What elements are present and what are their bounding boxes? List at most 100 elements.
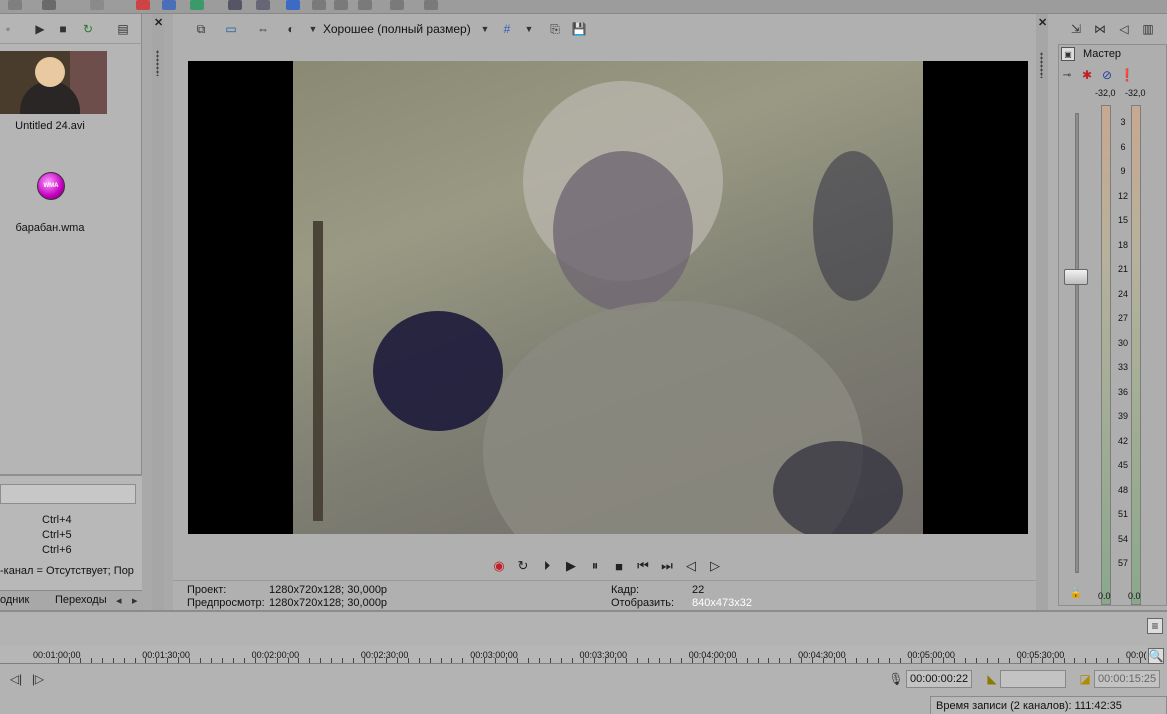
record-button[interactable]: ◉	[490, 557, 508, 575]
next-marker-icon[interactable]: |▷	[30, 671, 46, 687]
properties-icon[interactable]: ⧉	[193, 21, 209, 37]
overlay-icon[interactable]: ◐	[283, 21, 299, 37]
ruler-tick	[648, 658, 650, 663]
selection-start-time[interactable]	[1000, 670, 1066, 688]
panel-splitter[interactable]: ✕	[152, 14, 164, 610]
previous-marker-icon[interactable]: ◁|	[8, 671, 24, 687]
close-icon[interactable]: ✕	[1038, 16, 1047, 29]
lock-icon[interactable]: 🔒	[1068, 585, 1084, 601]
mixer-options-icon[interactable]: ▥	[1140, 21, 1156, 37]
preview-quality-select[interactable]: Хорошее (полный размер)	[323, 22, 471, 36]
redo-icon[interactable]	[90, 0, 104, 10]
grid-overlay-icon[interactable]: #	[499, 21, 515, 37]
mute-icon[interactable]: ⊘	[1099, 67, 1115, 83]
ruler-tick	[167, 658, 169, 663]
chevron-down-icon[interactable]: ▼	[305, 21, 321, 37]
frame-value: 22	[692, 584, 705, 596]
meter-scale-label: 45	[1117, 460, 1128, 470]
undo-icon[interactable]	[42, 0, 56, 10]
solo-icon[interactable]: ❗	[1119, 67, 1135, 83]
play-button[interactable]: ▶	[562, 557, 580, 575]
delete-icon[interactable]	[136, 0, 150, 10]
meter-scale-label: 36	[1117, 386, 1128, 397]
meter-scale-label: 30	[1117, 337, 1128, 348]
ruler-tick	[1096, 658, 1098, 663]
next-frame-button[interactable]: ▷	[706, 557, 724, 575]
video-thumbnail[interactable]	[0, 51, 107, 114]
stop-icon[interactable]: ■	[55, 21, 71, 37]
ruler-tick	[834, 658, 836, 663]
ruler-tick	[123, 658, 125, 663]
split-screen-icon[interactable]: ⇔	[255, 21, 271, 37]
cursor-time[interactable]: 00:00:00:22	[906, 670, 972, 688]
time-ruler[interactable]: 00:01:00:00 00:01:30:00 00:02:00:00 00:02:3…	[0, 646, 1150, 664]
envelope-tool-icon[interactable]	[312, 0, 326, 10]
zoom-tool-icon[interactable]	[358, 0, 372, 10]
select-tool-icon[interactable]	[334, 0, 348, 10]
tab-scroll-left-icon[interactable]: ◂	[116, 594, 122, 607]
downmix-icon[interactable]: ⋈	[1092, 21, 1108, 37]
ruler-tick	[549, 658, 551, 663]
lock-icon[interactable]	[228, 0, 242, 10]
save-snapshot-icon[interactable]: 💾	[571, 21, 587, 37]
ruler-tick	[101, 658, 103, 663]
insert-bus-icon[interactable]: ⇲	[1068, 21, 1084, 37]
media-name[interactable]: Untitled 24.avi	[0, 120, 105, 132]
help-icon[interactable]	[390, 0, 404, 10]
close-icon[interactable]: ✕	[154, 16, 163, 29]
preview-info: Проект: 1280x720x128; 30,000p Предпросмо…	[173, 580, 1036, 610]
ruler-tick	[954, 658, 956, 663]
dim-output-icon[interactable]: ◁	[1116, 21, 1132, 37]
stop-button[interactable]: ■	[610, 557, 628, 575]
go-to-start-button[interactable]: ⏮	[634, 557, 652, 575]
auto-preview-icon[interactable]: ↻	[80, 21, 96, 37]
chevron-down-icon[interactable]: ▼	[477, 21, 493, 37]
master-bus-icon[interactable]: ▣	[1061, 47, 1075, 61]
external-monitor-icon[interactable]: ▭	[223, 21, 239, 37]
mixer-splitter[interactable]: ✕	[1036, 14, 1048, 610]
grid-icon[interactable]	[190, 0, 204, 10]
go-to-end-button[interactable]: ⏭	[658, 557, 676, 575]
media-name[interactable]: барабан.wma	[0, 222, 105, 234]
view-icon[interactable]: ◦	[0, 21, 16, 37]
ruler-tick	[1052, 658, 1054, 663]
search-field[interactable]	[0, 484, 136, 504]
ruler-tick	[407, 658, 409, 663]
video-canvas[interactable]	[188, 61, 1028, 534]
pause-button[interactable]: ⏸	[586, 557, 604, 575]
cursor-tool-icon[interactable]	[286, 0, 300, 10]
drag-handle[interactable]	[156, 50, 159, 76]
ruler-tick	[211, 658, 213, 663]
play-icon[interactable]: ▶	[32, 21, 48, 37]
meter-scale-label: 57	[1117, 558, 1128, 568]
views-icon[interactable]: ▤	[115, 21, 131, 37]
timeline-menu-icon[interactable]: ≡	[1147, 618, 1163, 634]
display-label: Отобразить:	[611, 597, 675, 609]
previous-frame-button[interactable]: ◁	[682, 557, 700, 575]
selection-end-icon: ◪	[1079, 672, 1091, 686]
effects-icon[interactable]: ✱	[1079, 67, 1095, 83]
copy-snapshot-icon[interactable]: ⎘	[547, 21, 563, 37]
volume-fader-track[interactable]	[1075, 113, 1079, 573]
tab-transitions[interactable]: Переходы	[55, 594, 107, 606]
tab-scroll-right-icon[interactable]: ▸	[132, 594, 138, 607]
ruler-tick	[768, 658, 770, 663]
volume-fader-knob[interactable]	[1064, 269, 1088, 285]
trim-icon[interactable]	[162, 0, 176, 10]
timeline-panel: ≡ 00:01:00:00 00:01:30:00 00:02:00:00 00:02…	[0, 610, 1167, 714]
bus-routing-icon[interactable]: ⊸	[1059, 67, 1075, 83]
audio-file-icon[interactable]: WMA	[37, 172, 65, 200]
zoom-icon[interactable]: 🔍	[1148, 648, 1164, 664]
snap-icon[interactable]	[256, 0, 270, 10]
tab-explorer[interactable]: одник	[0, 594, 29, 606]
toolbar-icon[interactable]	[8, 0, 22, 10]
play-from-start-button[interactable]: ⏵	[538, 557, 556, 575]
master-mixer-panel: ⇲ ⋈ ◁ ▥ ▣ Мастер ⊸ ✱ ⊘ ❗ -32,0 -32,0 🔒 3…	[1048, 14, 1167, 610]
chevron-down-icon[interactable]: ▼	[521, 21, 537, 37]
meter-scale-label: 24	[1117, 288, 1128, 299]
drag-handle[interactable]	[1040, 52, 1043, 78]
meter-scale-label: 9	[1120, 166, 1126, 176]
loop-button[interactable]: ↻	[514, 557, 532, 575]
whats-this-icon[interactable]	[424, 0, 438, 10]
selection-end-time[interactable]: 00:00:15:25	[1094, 670, 1160, 688]
